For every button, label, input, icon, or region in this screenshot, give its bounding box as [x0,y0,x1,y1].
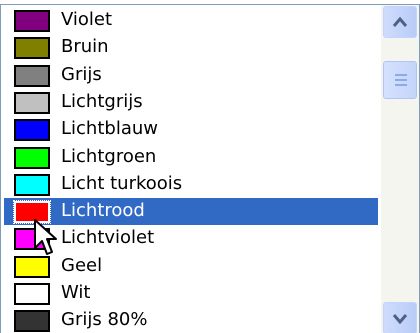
scroll-thumb[interactable] [383,61,417,99]
grip-icon [395,79,407,81]
list-item-label: Lichtviolet [61,227,155,249]
list-item[interactable]: Grijs 80% [4,307,378,333]
color-swatch [14,91,50,114]
list-item-label: Bruin [61,36,109,58]
list-item[interactable]: Lichtgroen [4,144,378,171]
scroll-up-button[interactable] [383,6,417,38]
list-item[interactable]: Violet [4,7,378,34]
color-swatch [14,64,50,87]
list-item-label: Lichtblauw [61,118,158,140]
grip-icon [395,74,407,76]
color-swatch [14,37,50,60]
grip-icon [395,84,407,86]
list-item-label: Geel [61,254,103,276]
list-item[interactable]: Lichtblauw [4,116,378,143]
color-swatch [14,146,50,169]
color-swatch [14,10,50,32]
scroll-down-button[interactable] [383,302,417,333]
list-item-label: Lichtrood [61,200,145,222]
chevron-down-icon [392,314,408,324]
list-item[interactable]: Lichtgrijs [4,89,378,116]
vertical-scrollbar[interactable] [381,5,419,333]
mouse-pointer-icon [34,219,57,255]
list-item[interactable]: Lichtviolet [4,225,378,252]
list-item-label: Grijs [61,63,102,85]
list-item-label: Licht turkoois [61,172,183,194]
list-item[interactable]: Wit [4,280,378,307]
list-item[interactable]: Lichtrood [4,198,378,226]
list-item-label: Wit [61,282,91,303]
color-swatch [14,255,50,278]
color-swatch [14,310,50,333]
color-swatch [14,119,50,142]
list-item-label: Lichtgroen [61,145,157,167]
list-item[interactable]: Grijs [4,62,378,89]
list-item-label: Lichtgrijs [61,90,143,112]
list-item-label: Violet [61,9,113,30]
list-item[interactable]: Bruin [4,34,378,61]
color-listbox[interactable]: Violet Bruin Grijs Lichtgrijs Lichtblauw Lich… [0,4,420,333]
color-swatch [14,173,50,196]
chevron-up-icon [392,16,408,27]
list-item[interactable]: Geel [4,253,378,280]
color-swatch [14,283,50,305]
list-item[interactable]: Licht turkoois [4,171,378,198]
list-item-label: Grijs 80% [61,309,148,331]
